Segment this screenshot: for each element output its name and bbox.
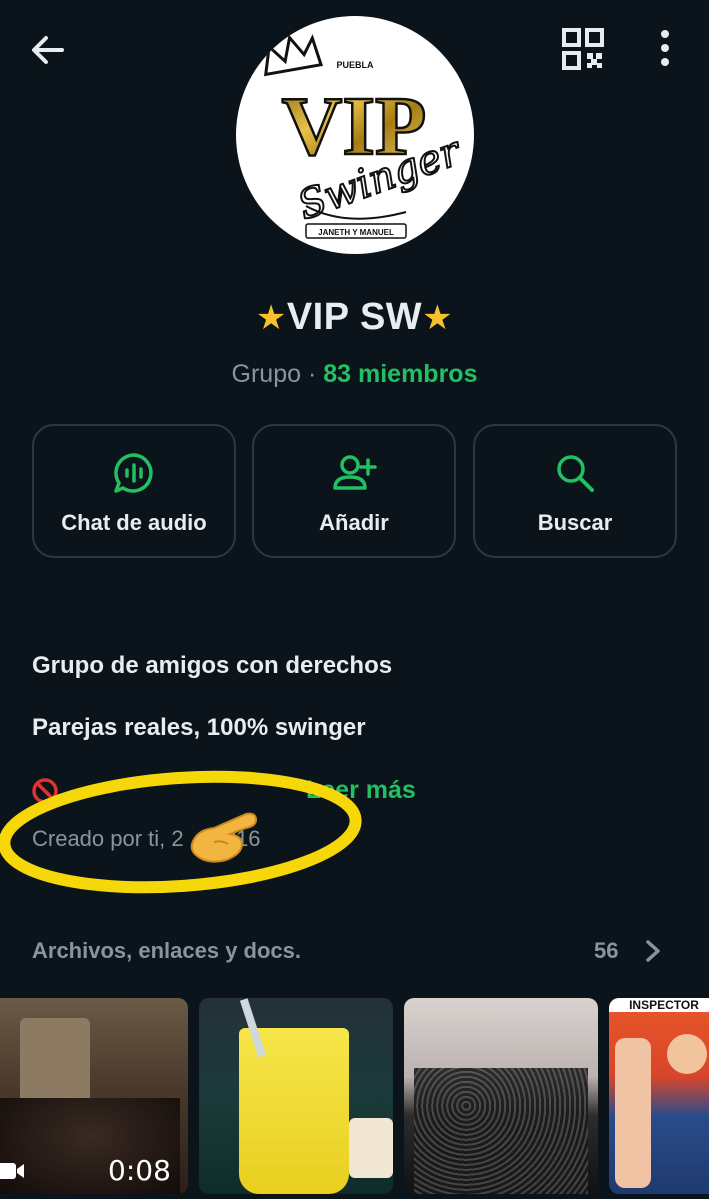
group-name-text: VIP SW xyxy=(286,296,423,338)
created-by-prefix: Creado por ti, 2 xyxy=(32,826,184,851)
chevron-right-icon[interactable] xyxy=(640,936,666,966)
video-camera-icon xyxy=(0,1163,24,1179)
thumb-shape xyxy=(239,1028,349,1194)
pointing-hand-icon xyxy=(190,812,258,863)
files-section-title[interactable]: Archivos, enlaces y docs. xyxy=(32,938,301,964)
star-icon: ★ xyxy=(422,299,454,337)
files-count[interactable]: 56 xyxy=(594,938,618,964)
media-thumbnail-image[interactable]: INSPECTOR xyxy=(609,998,709,1194)
media-thumbnail-image[interactable] xyxy=(199,998,393,1194)
thumb-shape xyxy=(667,1034,707,1074)
meta-separator: · xyxy=(307,360,317,388)
back-button[interactable] xyxy=(26,28,70,72)
video-duration: 0:08 xyxy=(108,1154,171,1187)
qr-code-icon xyxy=(562,28,604,70)
search-button[interactable]: Buscar xyxy=(473,424,677,558)
more-vertical-icon xyxy=(661,30,669,66)
svg-text:JANETH Y MANUEL: JANETH Y MANUEL xyxy=(318,228,394,237)
group-name: ★VIP SW★ xyxy=(0,296,709,339)
thumb-shape xyxy=(414,1068,588,1194)
audio-chat-label: Chat de audio xyxy=(61,510,207,535)
members-count[interactable]: 83 miembros xyxy=(323,360,477,388)
star-icon: ★ xyxy=(255,299,287,337)
description-line-1: Grupo de amigos con derechos xyxy=(32,652,393,679)
search-icon xyxy=(557,455,594,492)
qr-code-button[interactable] xyxy=(560,26,606,72)
add-member-button[interactable]: Añadir xyxy=(252,424,456,558)
thumb-banner-text: INSPECTOR xyxy=(609,998,709,1012)
group-meta: Grupo · 83 miembros xyxy=(0,360,709,389)
group-type-label: Grupo xyxy=(231,360,301,388)
more-options-button[interactable] xyxy=(645,26,685,72)
read-more-link[interactable]: Leer más xyxy=(306,776,416,805)
audio-chat-icon xyxy=(114,453,153,493)
arrow-left-icon xyxy=(32,36,64,64)
description-line-2: Parejas reales, 100% swinger xyxy=(32,714,366,741)
group-avatar[interactable]: PUEBLA VIP Swinger JANETH Y MANUEL xyxy=(236,16,474,254)
svg-text:PUEBLA: PUEBLA xyxy=(336,60,374,70)
add-member-label: Añadir xyxy=(319,510,389,535)
media-thumbnail-image[interactable] xyxy=(404,998,598,1194)
prohibited-icon xyxy=(32,778,58,804)
media-thumbnail-video[interactable]: 0:08 xyxy=(0,998,188,1194)
thumb-shape xyxy=(349,1118,393,1178)
thumb-shape xyxy=(615,1038,651,1188)
add-person-icon xyxy=(333,455,377,490)
vip-swinger-logo: PUEBLA VIP Swinger JANETH Y MANUEL xyxy=(263,34,470,239)
search-label: Buscar xyxy=(537,510,613,535)
audio-chat-button[interactable]: Chat de audio xyxy=(32,424,236,558)
media-thumbnails: 0:08 INSPECTOR xyxy=(0,998,709,1194)
action-buttons: Chat de audio Añadir Buscar xyxy=(32,424,677,558)
